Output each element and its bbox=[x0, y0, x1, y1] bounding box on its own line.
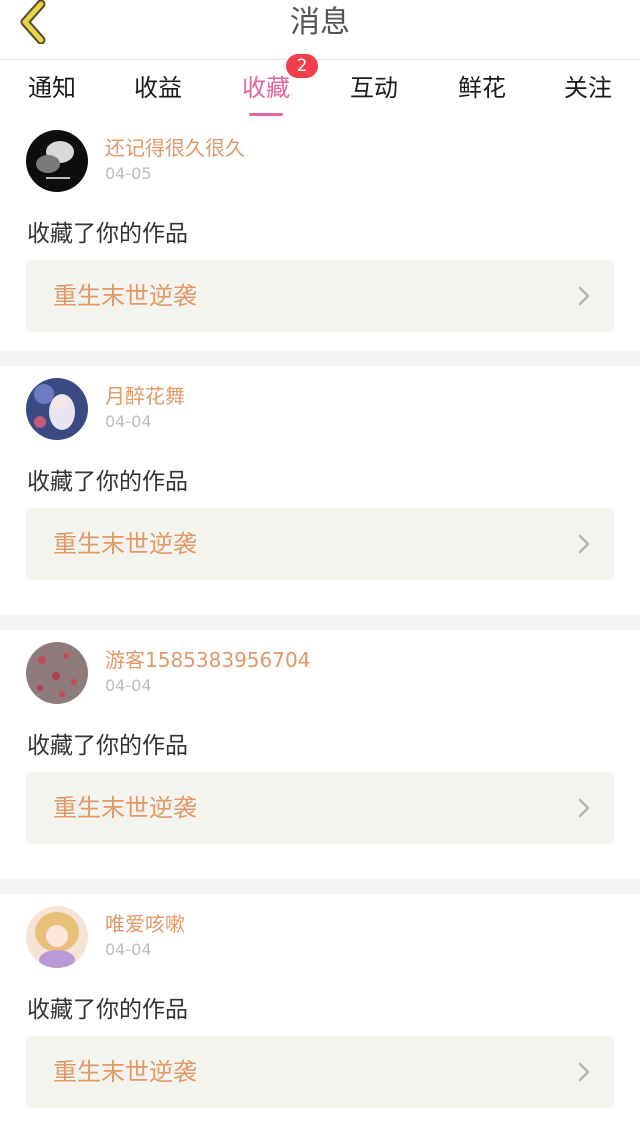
message-card: 还记得很久很久 04-05 收藏了你的作品 重生末世逆袭 bbox=[0, 118, 640, 350]
tab-follow[interactable]: 关注 bbox=[536, 60, 640, 118]
action-text: 收藏了你的作品 bbox=[27, 221, 188, 247]
username[interactable]: 唯爱咳嗽 bbox=[105, 908, 185, 937]
work-title: 重生末世逆袭 bbox=[53, 530, 197, 558]
message-card: 游客1585383956704 04-04 收藏了你的作品 重生末世逆袭 bbox=[0, 630, 640, 878]
action-text: 收藏了你的作品 bbox=[27, 733, 188, 759]
page-title: 消息 bbox=[290, 5, 350, 40]
message-date: 04-05 bbox=[105, 164, 152, 183]
tab-flowers[interactable]: 鲜花 bbox=[428, 60, 536, 118]
tab-notice[interactable]: 通知 bbox=[0, 60, 104, 118]
tab-label: 鲜花 bbox=[458, 74, 506, 102]
avatar[interactable] bbox=[26, 130, 88, 192]
work-title: 重生末世逆袭 bbox=[53, 794, 197, 822]
work-link[interactable]: 重生末世逆袭 bbox=[26, 260, 614, 332]
tab-label: 关注 bbox=[564, 74, 612, 102]
work-title: 重生末世逆袭 bbox=[53, 1058, 197, 1086]
message-list: 还记得很久很久 04-05 收藏了你的作品 重生末世逆袭 月醉花舞 04-04 … bbox=[0, 118, 640, 1123]
card-divider bbox=[0, 614, 640, 630]
username[interactable]: 还记得很久很久 bbox=[105, 132, 245, 161]
action-text: 收藏了你的作品 bbox=[27, 997, 188, 1023]
active-tab-indicator bbox=[249, 113, 283, 116]
work-link[interactable]: 重生末世逆袭 bbox=[26, 772, 614, 844]
app-header: 消息 bbox=[0, 0, 640, 60]
message-date: 04-04 bbox=[105, 676, 152, 695]
avatar[interactable] bbox=[26, 378, 88, 440]
card-divider bbox=[0, 878, 640, 894]
unread-badge: 2 bbox=[286, 54, 318, 78]
message-tabs: 通知 收益 收藏 2 互动 鲜花 关注 bbox=[0, 54, 640, 118]
username[interactable]: 月醉花舞 bbox=[105, 380, 185, 409]
tab-income[interactable]: 收益 bbox=[104, 60, 212, 118]
username[interactable]: 游客1585383956704 bbox=[105, 644, 310, 673]
avatar[interactable] bbox=[26, 906, 88, 968]
tab-label: 互动 bbox=[350, 74, 398, 102]
message-card: 月醉花舞 04-04 收藏了你的作品 重生末世逆袭 bbox=[0, 366, 640, 614]
message-card: 唯爱咳嗽 04-04 收藏了你的作品 重生末世逆袭 bbox=[0, 894, 640, 1123]
chevron-right-icon bbox=[578, 534, 590, 554]
work-link[interactable]: 重生末世逆袭 bbox=[26, 508, 614, 580]
chevron-right-icon bbox=[578, 1062, 590, 1082]
message-date: 04-04 bbox=[105, 412, 152, 431]
tab-label: 收益 bbox=[134, 74, 182, 102]
action-text: 收藏了你的作品 bbox=[27, 469, 188, 495]
chevron-right-icon bbox=[578, 286, 590, 306]
message-date: 04-04 bbox=[105, 940, 152, 959]
avatar[interactable] bbox=[26, 642, 88, 704]
card-divider bbox=[0, 350, 640, 366]
work-link[interactable]: 重生末世逆袭 bbox=[26, 1036, 614, 1108]
tab-label: 通知 bbox=[28, 74, 76, 102]
tab-favorites[interactable]: 收藏 2 bbox=[212, 54, 320, 118]
chevron-right-icon bbox=[578, 798, 590, 818]
work-title: 重生末世逆袭 bbox=[53, 282, 197, 310]
tab-label: 收藏 bbox=[242, 74, 290, 102]
tab-interaction[interactable]: 互动 bbox=[320, 60, 428, 118]
